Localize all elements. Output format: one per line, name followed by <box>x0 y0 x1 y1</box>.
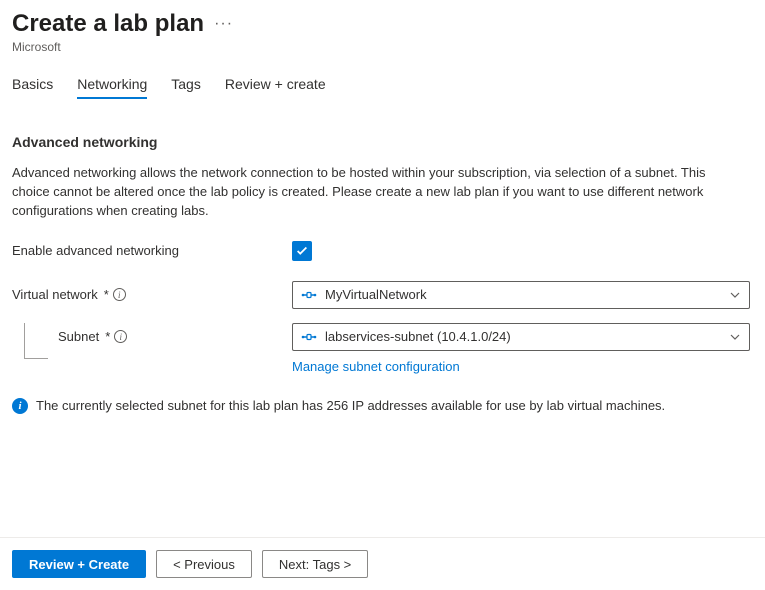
section-title: Advanced networking <box>12 134 753 150</box>
footer: Review + Create < Previous Next: Tags > <box>0 537 765 590</box>
subnet-select[interactable]: labservices-subnet (10.4.1.0/24) <box>292 323 750 351</box>
vnet-row: Virtual network * i MyVirtualNetwork <box>12 281 753 309</box>
vnet-label-text: Virtual network <box>12 287 98 302</box>
required-asterisk: * <box>104 287 109 302</box>
page-subtitle: Microsoft <box>12 40 753 54</box>
next-button[interactable]: Next: Tags > <box>262 550 368 578</box>
vnet-select[interactable]: MyVirtualNetwork <box>292 281 750 309</box>
chevron-down-icon <box>729 289 741 301</box>
section-description: Advanced networking allows the network c… <box>12 164 732 221</box>
tab-basics[interactable]: Basics <box>12 76 53 98</box>
tab-networking[interactable]: Networking <box>77 76 147 98</box>
previous-button[interactable]: < Previous <box>156 550 252 578</box>
info-bubble-icon: i <box>12 398 28 414</box>
enable-advanced-label: Enable advanced networking <box>12 243 292 258</box>
subnet-label-text: Subnet <box>58 329 99 344</box>
subnet-icon <box>301 329 317 345</box>
enable-advanced-checkbox[interactable] <box>292 241 312 261</box>
page-title: Create a lab plan <box>12 10 204 38</box>
vnet-value: MyVirtualNetwork <box>325 287 729 302</box>
manage-subnet-link[interactable]: Manage subnet configuration <box>292 359 460 374</box>
enable-advanced-row: Enable advanced networking <box>12 241 753 261</box>
tree-connector <box>24 323 48 359</box>
info-icon[interactable]: i <box>113 288 126 301</box>
subnet-row: Subnet * i labservices-subnet (10.4.1.0/… <box>12 323 753 351</box>
chevron-down-icon <box>729 331 741 343</box>
tab-tags[interactable]: Tags <box>171 76 201 98</box>
info-icon[interactable]: i <box>114 330 127 343</box>
vnet-label: Virtual network * i <box>12 287 292 302</box>
vnet-icon <box>301 287 317 303</box>
info-row: i The currently selected subnet for this… <box>12 398 753 414</box>
tab-review-create[interactable]: Review + create <box>225 76 326 98</box>
page-header: Create a lab plan ··· Microsoft <box>12 10 753 54</box>
subnet-label: Subnet * i <box>12 329 292 344</box>
check-icon <box>295 244 309 258</box>
review-create-button[interactable]: Review + Create <box>12 550 146 578</box>
subnet-value: labservices-subnet (10.4.1.0/24) <box>325 329 729 344</box>
tabs: Basics Networking Tags Review + create <box>12 76 753 98</box>
more-icon[interactable]: ··· <box>214 15 233 33</box>
manage-subnet-row: Manage subnet configuration <box>292 359 753 374</box>
required-asterisk: * <box>105 329 110 344</box>
info-message: The currently selected subnet for this l… <box>36 398 665 413</box>
